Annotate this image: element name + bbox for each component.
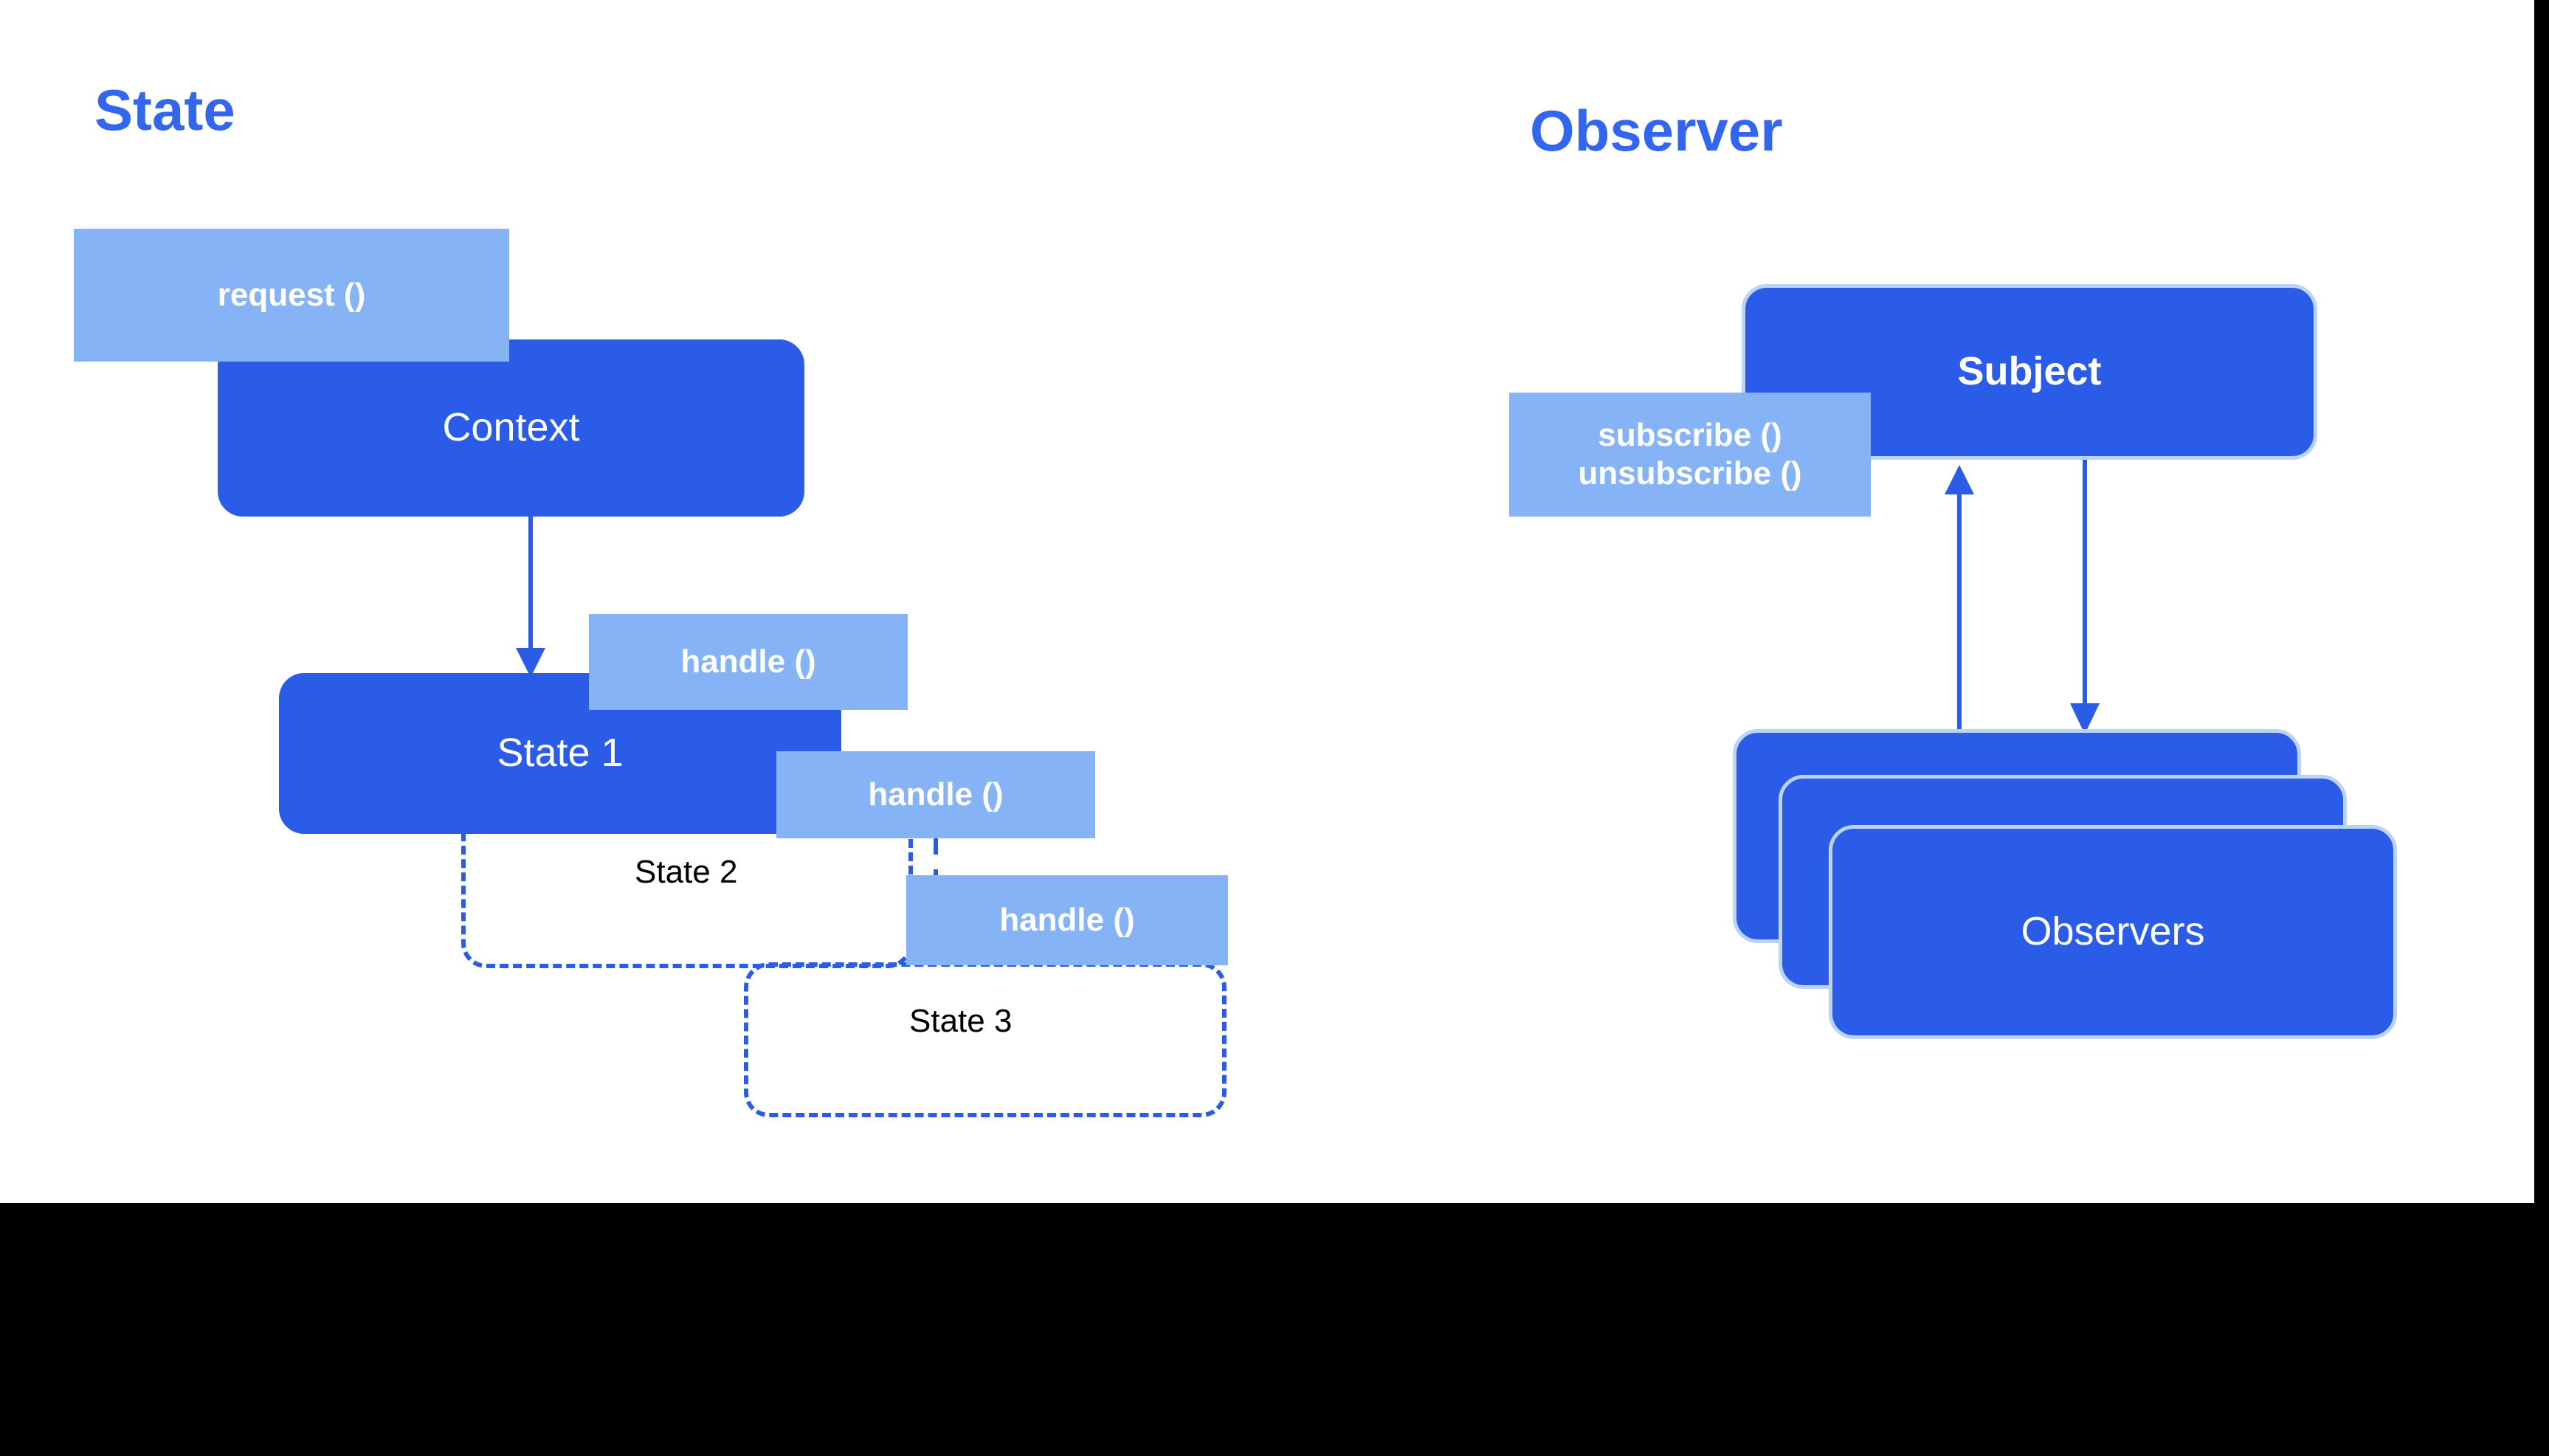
diagram-canvas: State request () Context State 2 State 3…	[0, 0, 2549, 1456]
subscribe-methods-tile[interactable]: subscribe () unsubscribe ()	[1509, 393, 1871, 517]
state-3-label: State 3	[909, 1003, 1013, 1039]
connector-context-to-state1	[516, 517, 545, 677]
context-node[interactable]: Context	[218, 339, 804, 517]
connector-observers-to-subject	[1945, 465, 1974, 745]
request-method-tile[interactable]: request ()	[74, 229, 509, 362]
state-pattern-title: State	[94, 77, 235, 142]
observer-pattern-title: Observer	[1530, 98, 1783, 163]
connector-subject-to-observers	[2070, 459, 2100, 734]
observer-card-front[interactable]: Observers	[1829, 825, 2397, 1039]
state-2-label: State 2	[635, 854, 738, 890]
artboard: State request () Context State 2 State 3…	[0, 0, 2534, 1203]
handle-method-tile-3[interactable]: handle ()	[906, 875, 1228, 965]
state-3-group[interactable]	[744, 962, 1227, 1117]
handle-method-tile-1[interactable]: handle ()	[589, 614, 908, 710]
handle-method-tile-2[interactable]: handle ()	[776, 751, 1095, 838]
